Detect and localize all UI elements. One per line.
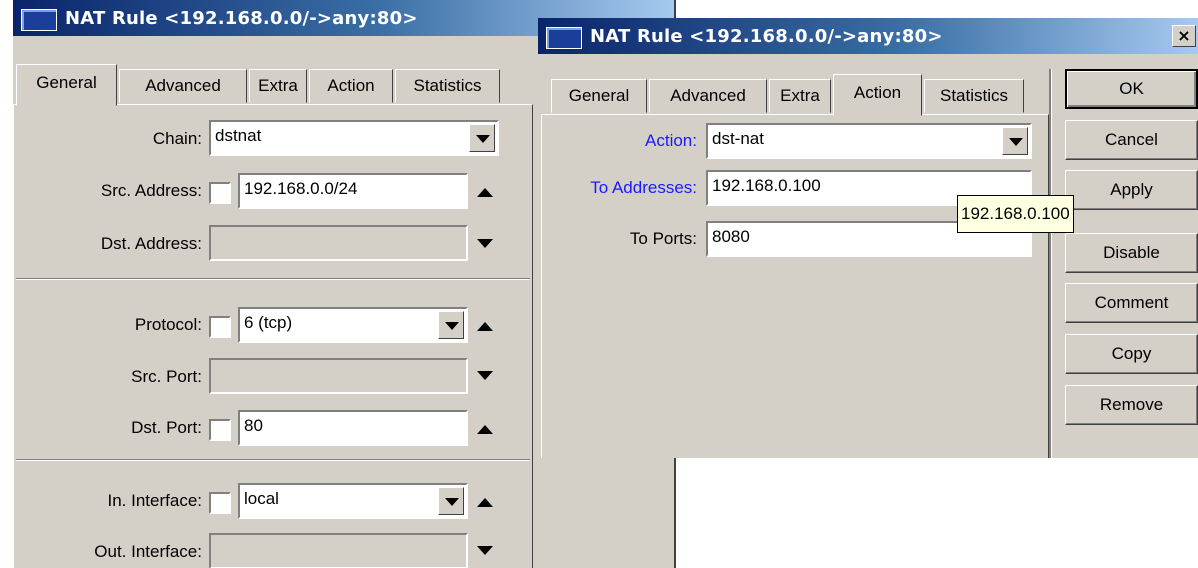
expand-down-icon[interactable] xyxy=(477,371,493,380)
protocol-not-checkbox[interactable] xyxy=(209,316,231,338)
tab-extra[interactable]: Extra xyxy=(249,69,307,103)
out-interface-label: Out. Interface: xyxy=(94,542,202,561)
tab-statistics[interactable]: Statistics xyxy=(395,69,500,103)
action-label: Action: xyxy=(645,131,697,150)
panel-divider xyxy=(1049,69,1052,458)
expand-down-icon[interactable] xyxy=(477,239,493,248)
ok-button[interactable]: OK xyxy=(1065,69,1198,109)
cancel-button[interactable]: Cancel xyxy=(1065,120,1198,160)
in-interface-select[interactable]: local xyxy=(238,483,468,519)
copy-button[interactable]: Copy xyxy=(1065,334,1198,374)
tab-statistics[interactable]: Statistics xyxy=(924,79,1024,113)
tab-general[interactable]: General xyxy=(16,64,117,106)
src-port-label: Src. Port: xyxy=(131,367,202,386)
in-interface-label: In. Interface: xyxy=(107,491,203,510)
chevron-down-icon[interactable] xyxy=(438,311,464,339)
in-interface-not-checkbox[interactable] xyxy=(209,492,231,514)
dst-port-not-checkbox[interactable] xyxy=(209,419,231,441)
dst-port-label: Dst. Port: xyxy=(131,418,202,437)
chain-label: Chain: xyxy=(152,129,202,148)
collapse-up-icon[interactable] xyxy=(477,188,493,197)
close-button[interactable]: × xyxy=(1172,25,1196,47)
src-address-value: 192.168.0.0/24 xyxy=(244,179,358,198)
in-interface-value: local xyxy=(244,489,279,508)
chain-value: dstnat xyxy=(215,126,262,145)
to-ports-value: 8080 xyxy=(712,227,750,246)
separator xyxy=(16,278,530,280)
comment-button[interactable]: Comment xyxy=(1065,283,1198,323)
dst-address-input[interactable] xyxy=(209,225,468,261)
protocol-label: Protocol: xyxy=(134,315,202,334)
out-interface-input[interactable] xyxy=(209,533,468,568)
remove-button[interactable]: Remove xyxy=(1065,385,1198,425)
window-title: NAT Rule <192.168.0.0/->any:80> xyxy=(65,8,418,29)
dst-port-input[interactable]: 80 xyxy=(238,410,468,446)
window-title: NAT Rule <192.168.0.0/->any:80> xyxy=(590,26,943,47)
dst-address-label: Dst. Address: xyxy=(100,234,202,253)
protocol-value: 6 (tcp) xyxy=(244,313,293,332)
tab-extra[interactable]: Extra xyxy=(769,79,831,113)
general-tab-panel: Chain: dstnat Src. Address: 192.168.0.0/… xyxy=(13,104,533,568)
src-address-input[interactable]: 192.168.0.0/24 xyxy=(238,173,468,209)
src-port-input[interactable] xyxy=(209,358,468,394)
chevron-down-icon[interactable] xyxy=(438,487,464,515)
dst-port-value: 80 xyxy=(244,416,263,435)
collapse-up-icon[interactable] xyxy=(477,322,493,331)
action-tab-panel: Action: dst-nat To Addresses: 192.168.0.… xyxy=(541,114,1049,458)
disable-button[interactable]: Disable xyxy=(1065,233,1198,273)
protocol-select[interactable]: 6 (tcp) xyxy=(238,307,468,343)
action-select[interactable]: dst-nat xyxy=(706,123,1032,159)
to-addresses-label: To Addresses: xyxy=(590,178,697,197)
src-address-not-checkbox[interactable] xyxy=(209,182,231,204)
collapse-up-icon[interactable] xyxy=(477,498,493,507)
to-addresses-tooltip: 192.168.0.100 xyxy=(957,195,1074,233)
tab-general[interactable]: General xyxy=(551,79,647,113)
apply-button[interactable]: Apply xyxy=(1065,170,1198,210)
tab-action[interactable]: Action xyxy=(309,69,393,103)
to-ports-label: To Ports: xyxy=(629,229,697,248)
tab-action[interactable]: Action xyxy=(833,74,922,116)
chain-select[interactable]: dstnat xyxy=(209,120,499,156)
src-address-label: Src. Address: xyxy=(100,181,202,200)
to-addresses-value: 192.168.0.100 xyxy=(712,176,821,195)
collapse-up-icon[interactable] xyxy=(477,425,493,434)
chevron-down-icon[interactable] xyxy=(1002,127,1028,155)
window-icon xyxy=(546,27,582,49)
separator xyxy=(16,459,530,461)
title-bar[interactable]: NAT Rule <192.168.0.0/->any:80> × xyxy=(538,18,1198,54)
expand-down-icon[interactable] xyxy=(477,546,493,555)
chevron-down-icon[interactable] xyxy=(469,124,495,152)
tab-advanced[interactable]: Advanced xyxy=(649,79,767,113)
action-value: dst-nat xyxy=(712,129,764,148)
window-icon xyxy=(21,9,57,31)
tab-advanced[interactable]: Advanced xyxy=(119,69,247,103)
